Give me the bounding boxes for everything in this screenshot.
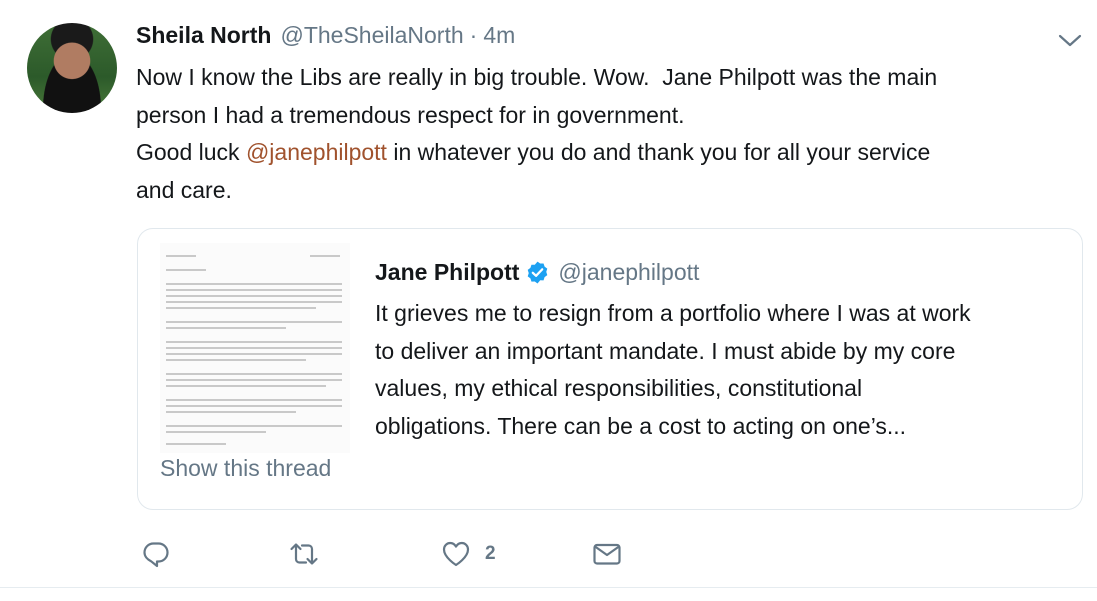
- author-handle[interactable]: @TheSheilaNorth: [280, 22, 463, 49]
- reply-button[interactable]: [141, 539, 171, 569]
- retweet-icon: [290, 543, 318, 565]
- quoted-tweet-text: It grieves me to resign from a portfolio…: [375, 295, 1075, 445]
- tweet-text-segment: in whatever you do and thank you for all…: [386, 139, 931, 165]
- quoted-author-name: Jane Philpott: [375, 259, 520, 285]
- tweet-text-line: Now I know the Libs are really in big tr…: [136, 64, 938, 90]
- quoted-tweet-header: Jane Philpott @janephilpott: [375, 259, 699, 286]
- author-name[interactable]: Sheila North: [136, 22, 271, 49]
- tweet-actions: 2: [0, 535, 1097, 580]
- quoted-author-handle: @janephilpott: [558, 259, 700, 285]
- tweet-text-line: person I had a tremendous respect for in…: [136, 101, 685, 128]
- retweet-button[interactable]: [289, 539, 319, 569]
- show-thread-link[interactable]: Show this thread: [160, 455, 331, 482]
- tweet[interactable]: Sheila North @TheSheilaNorth · 4m Now I …: [0, 0, 1097, 601]
- letter-image-thumbnail[interactable]: [160, 243, 350, 453]
- quoted-text-line: to deliver an important mandate. I must …: [375, 337, 956, 364]
- chevron-down-icon[interactable]: [1057, 30, 1083, 50]
- author-avatar[interactable]: [27, 23, 117, 113]
- verified-badge-icon: [528, 261, 548, 284]
- tweet-timestamp[interactable]: 4m: [483, 22, 515, 49]
- direct-message-icon: [593, 543, 621, 565]
- quoted-text-line: It grieves me to resign from a portfolio…: [375, 300, 971, 326]
- like-count: 2: [485, 543, 496, 564]
- quoted-text-line: values, my ethical responsibilities, con…: [375, 375, 863, 401]
- tweet-text: Now I know the Libs are really in big tr…: [136, 59, 1066, 209]
- quoted-tweet[interactable]: Jane Philpott @janephilpott It grieves m…: [137, 228, 1083, 510]
- separator-dot: ·: [469, 22, 478, 48]
- tweet-divider: [0, 587, 1097, 588]
- like-button[interactable]: 2: [441, 539, 496, 569]
- reply-icon: [143, 542, 169, 568]
- tweet-header: Sheila North @TheSheilaNorth · 4m: [136, 22, 515, 54]
- direct-message-button[interactable]: [592, 539, 622, 569]
- quoted-text-line: obligations. There can be a cost to acti…: [375, 412, 907, 439]
- tweet-text-segment: Good luck: [136, 139, 246, 165]
- tweet-text-line: Good luck @janephilpott in whatever you …: [136, 134, 1066, 172]
- tweet-text-line: and care.: [136, 176, 232, 203]
- like-icon: [442, 541, 470, 567]
- mention-link[interactable]: @janephilpott: [246, 139, 387, 165]
